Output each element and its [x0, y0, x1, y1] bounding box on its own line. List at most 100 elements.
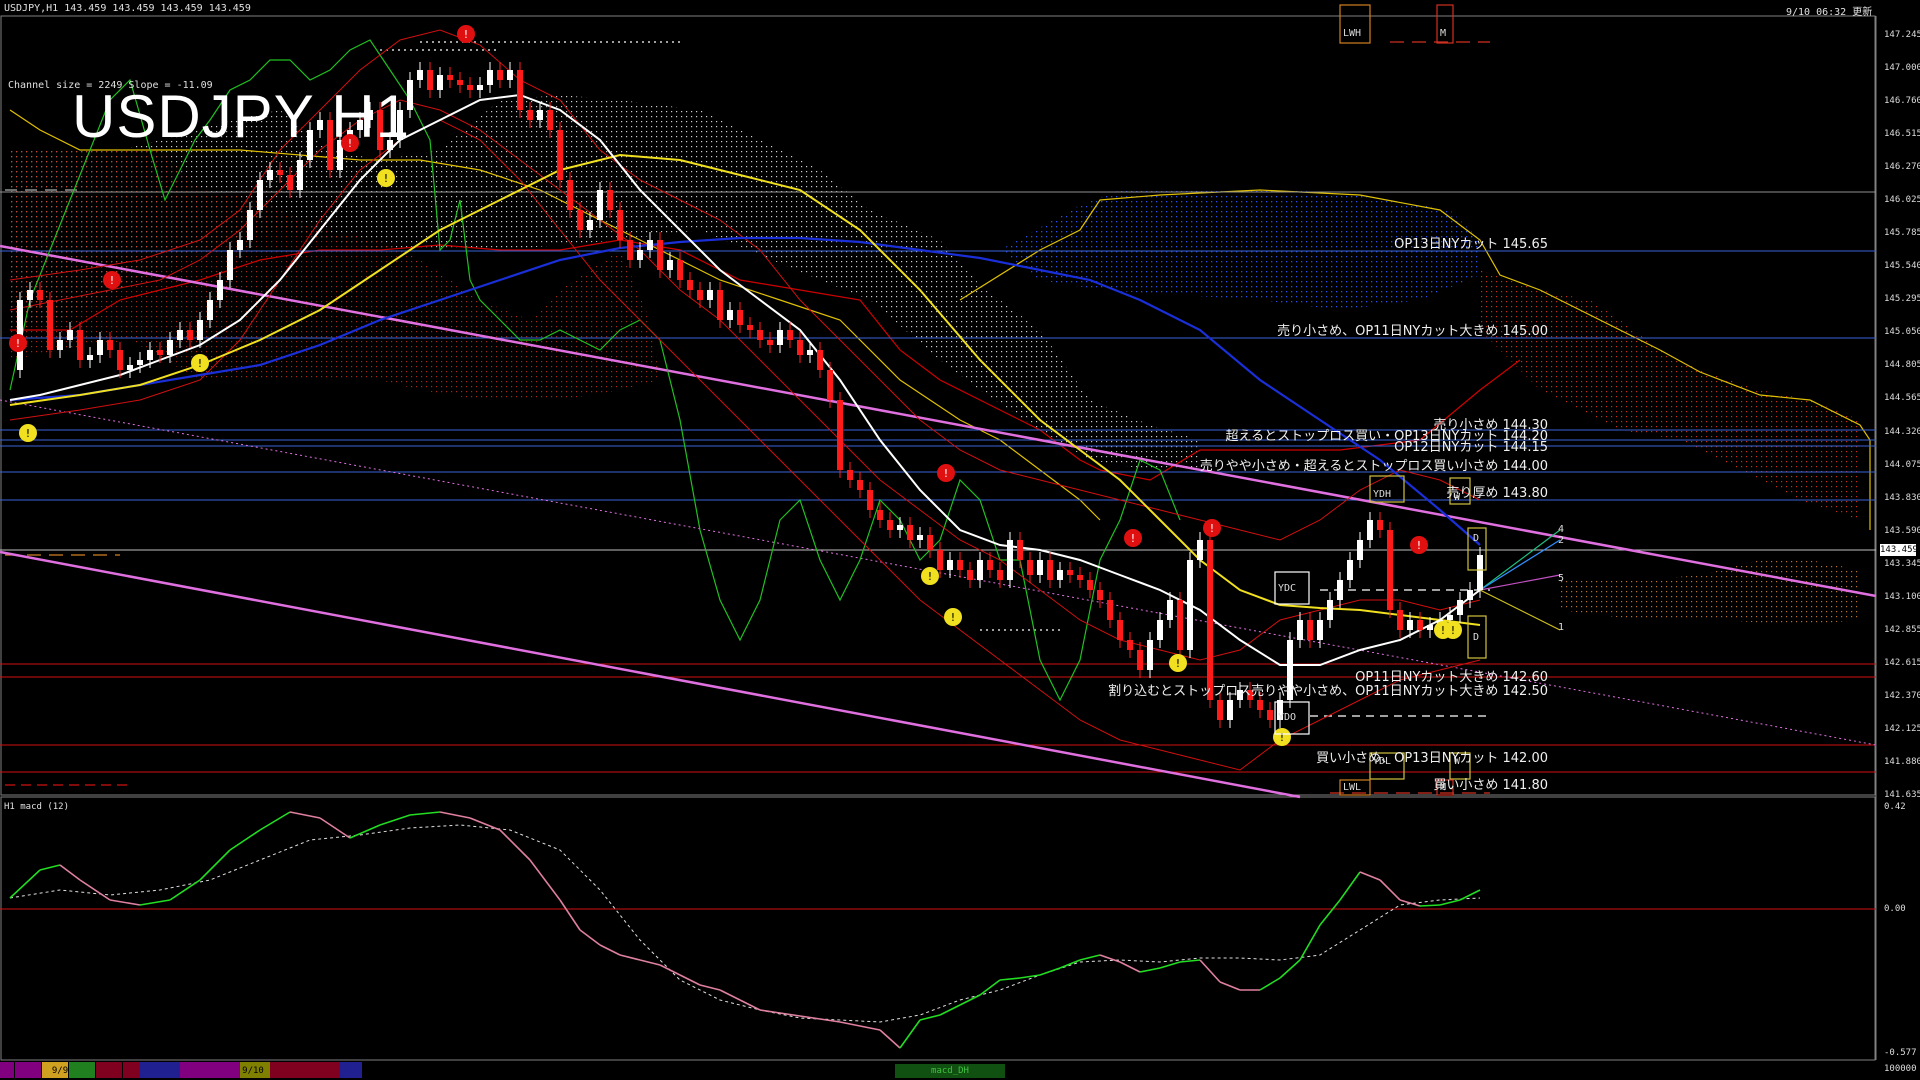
- bear-candle: [1267, 710, 1273, 720]
- bear-candle: [987, 560, 993, 570]
- level-label-142-50: 割り込むとストップロス売りやや小さめ、OP11日NYカット大きめ 142.50: [1108, 684, 1548, 699]
- macd-segment: [1319, 899, 1341, 926]
- macd-title: H1 macd (12): [4, 802, 70, 812]
- bear-candle: [427, 70, 433, 90]
- macd-segment: [1359, 871, 1381, 881]
- bear-candle: [857, 480, 863, 490]
- price-axis-label: 142.370: [1884, 690, 1920, 701]
- bear-candle: [617, 210, 623, 240]
- bull-candle: [227, 250, 233, 280]
- lwh-label: LWH: [1343, 28, 1362, 39]
- bear-candle: [957, 560, 963, 570]
- bear-candle: [1087, 580, 1093, 590]
- bull-candle: [1167, 600, 1173, 620]
- macd-segment: [1199, 959, 1221, 983]
- price-axis-label: 145.050: [1884, 327, 1920, 338]
- buy-signal-icon: !: [191, 354, 209, 372]
- macd-segment: [719, 989, 741, 1001]
- bear-candle: [1137, 650, 1143, 670]
- bear-candle: [457, 80, 463, 85]
- level-label-141-80: 買い小さめ 141.80: [1433, 778, 1548, 793]
- price-axis-label: 141.880: [1884, 756, 1920, 767]
- macd-segment: [289, 811, 321, 819]
- macd-axis-bottom: -0.577: [1884, 1048, 1917, 1058]
- price-axis-label: 146.515: [1884, 129, 1920, 140]
- macd-segment: [529, 859, 561, 901]
- bull-candle: [897, 525, 903, 530]
- level-label-145-00: 売り小さめ、OP11日NYカット大きめ 145.00: [1277, 324, 1548, 339]
- bull-candle: [67, 330, 73, 340]
- bear-candle: [1097, 590, 1103, 600]
- macd-segment: [879, 1029, 901, 1049]
- bear-candle: [1017, 540, 1023, 560]
- ydo-label: YDO: [1278, 712, 1297, 723]
- level-label-144-15: OP12日NYカット 144.15: [1394, 440, 1548, 455]
- macd-segment: [199, 849, 231, 881]
- bull-candle: [1197, 540, 1203, 560]
- macd-segment: [1079, 954, 1101, 961]
- bull-candle: [197, 320, 203, 340]
- bear-candle: [1417, 620, 1423, 630]
- bull-candle: [1037, 560, 1043, 575]
- bull-candle: [1407, 620, 1413, 630]
- bull-candle: [537, 110, 543, 120]
- buy-signal-icon: !: [377, 169, 395, 187]
- macd-segment: [1159, 961, 1181, 969]
- bear-candle: [1177, 600, 1183, 650]
- macd-segment: [679, 974, 701, 986]
- timeframe-strip: [0, 1062, 1005, 1078]
- buy-signal-icon: !: [19, 424, 37, 442]
- macd-segment: [919, 1014, 941, 1021]
- svg-text:!: !: [16, 337, 20, 350]
- price-axis-label: 146.270: [1884, 162, 1920, 173]
- bear-candle: [287, 175, 293, 190]
- price-axis-label: 143.830: [1884, 492, 1920, 503]
- bull-candle: [807, 350, 813, 355]
- macd-tab[interactable]: macd_DH: [900, 1064, 1000, 1078]
- macd-segment: [1259, 977, 1281, 991]
- price-axis-label: 145.785: [1884, 228, 1920, 239]
- svg-text:!: !: [1417, 539, 1421, 552]
- bear-candle: [787, 330, 793, 340]
- sell-signal-icon: !: [103, 271, 121, 289]
- bear-candle: [117, 350, 123, 370]
- price-axis-label: 142.855: [1884, 624, 1920, 635]
- macd-segment: [999, 977, 1021, 981]
- macd-segment: [939, 1004, 961, 1016]
- macd-segment: [659, 964, 681, 976]
- bear-candle: [827, 370, 833, 400]
- bear-candle: [277, 170, 283, 175]
- price-axis-label: 147.245: [1884, 30, 1920, 40]
- buy-signal-icon: !: [1169, 654, 1187, 672]
- bull-candle: [727, 310, 733, 320]
- daily-high-label: D: [1473, 533, 1480, 544]
- monthly-low-label: M: [1440, 782, 1447, 793]
- bull-candle: [87, 355, 93, 360]
- sell-signal-icon: !: [1410, 536, 1428, 554]
- bear-candle: [717, 290, 723, 320]
- bear-candle: [157, 350, 163, 355]
- macd-segment: [579, 929, 601, 946]
- macd-segment: [759, 1009, 801, 1017]
- bull-candle: [27, 290, 33, 300]
- macd-segment: [1339, 871, 1361, 901]
- bear-candle: [657, 240, 663, 270]
- bear-candle: [1307, 620, 1313, 640]
- bear-candle: [927, 535, 933, 550]
- bull-candle: [177, 330, 183, 340]
- price-axis-label: 143.590: [1884, 525, 1920, 536]
- chart-canvas[interactable]: ! ! ! ! ! ! ! ! ! ! ! ! ! ! ! ! !: [0, 0, 1920, 1080]
- bull-candle: [667, 260, 673, 270]
- macd-segment: [1419, 904, 1441, 907]
- bear-candle: [1387, 530, 1393, 610]
- macd-segment: [559, 899, 581, 931]
- bull-candle: [267, 170, 273, 180]
- weekly-high-label: W: [1454, 492, 1461, 503]
- bear-candle: [577, 210, 583, 230]
- bear-candle: [737, 310, 743, 325]
- bear-candle: [967, 570, 973, 580]
- sell-signal-icon: !: [457, 25, 475, 43]
- macd-segment: [409, 811, 441, 816]
- price-axis-label: 146.760: [1884, 96, 1920, 107]
- macd-panel-frame: [0, 796, 1876, 1061]
